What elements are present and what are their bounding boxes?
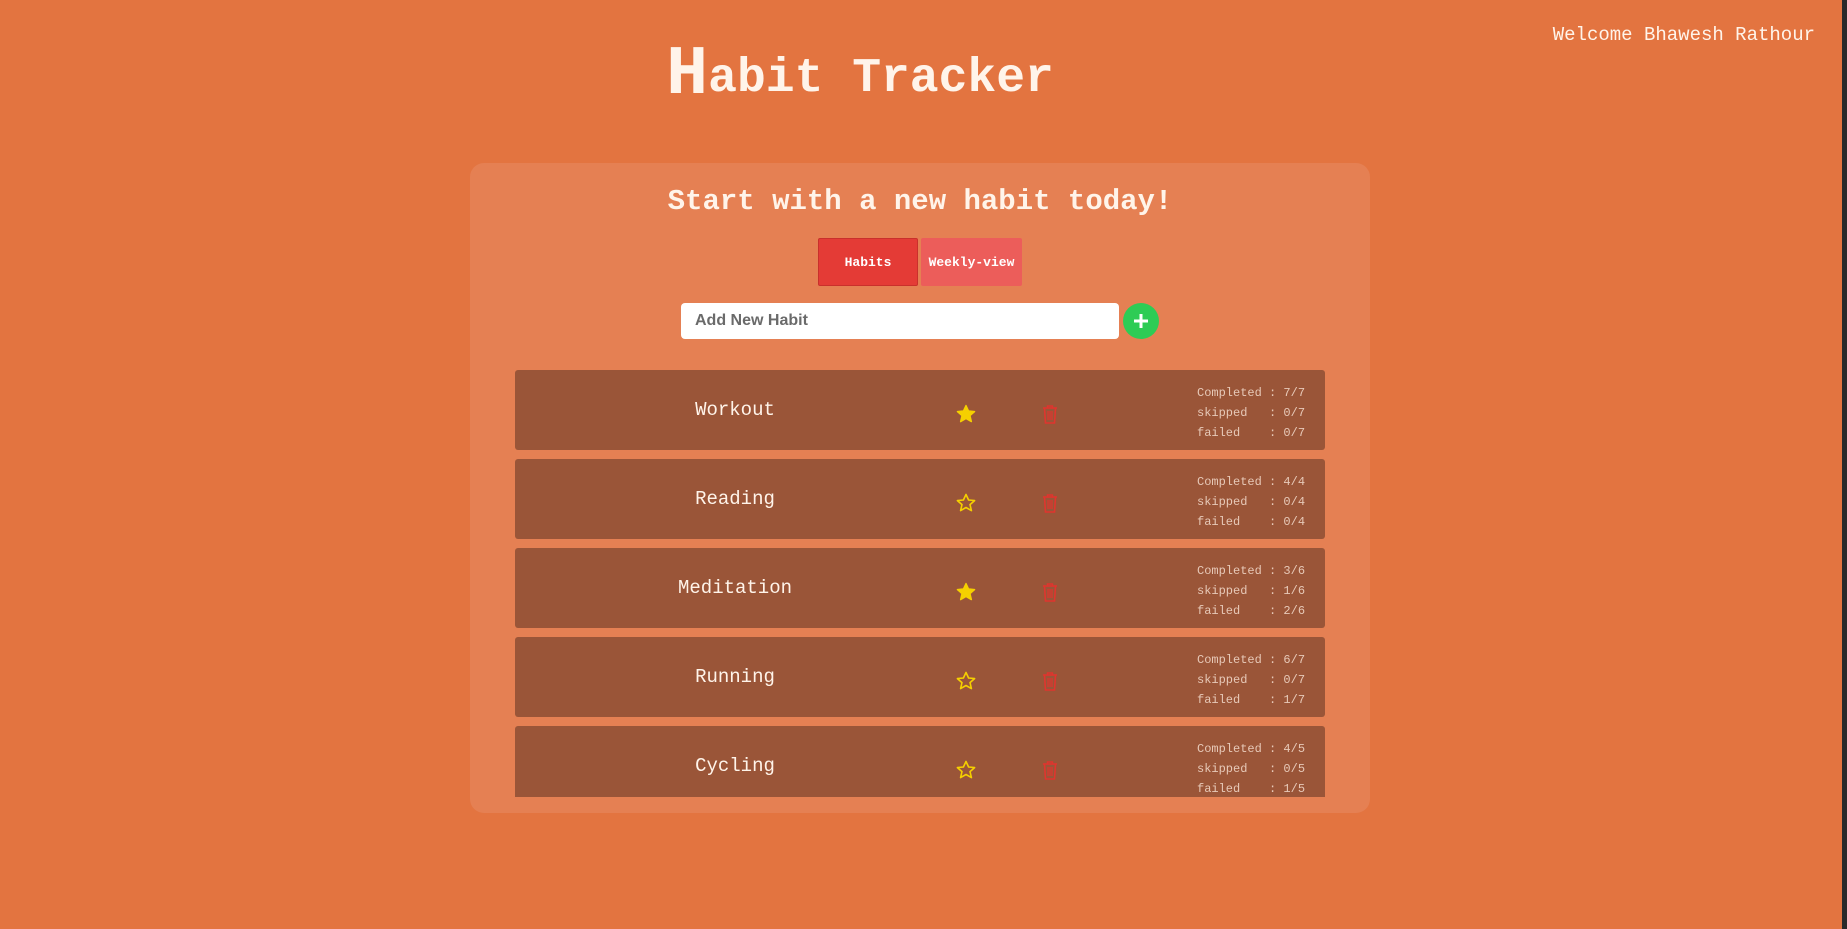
habit-stat-line: failed : 1/7 <box>1197 693 1306 707</box>
habit-name: Reading <box>695 488 775 510</box>
app-title: Habit Tracker <box>0 36 1720 115</box>
window-edge <box>1842 0 1847 929</box>
star-outline-icon[interactable] <box>956 671 976 691</box>
trash-icon[interactable] <box>1042 582 1058 602</box>
habit-row: Reading Completed : 4/4 skipped : 0/4 faile… <box>515 459 1325 539</box>
habit-stat-line: failed : 1/5 <box>1197 782 1306 796</box>
habit-row: Meditation Completed : 3/6 skipped : 1/6 fa… <box>515 548 1325 628</box>
trash-icon[interactable] <box>1042 671 1058 691</box>
app-title-rest: abit Tracker <box>708 52 1054 106</box>
trash-icon[interactable] <box>1042 760 1058 780</box>
star-filled-icon[interactable] <box>956 404 976 424</box>
habit-row: Running Completed : 6/7 skipped : 0/7 faile… <box>515 637 1325 717</box>
habit-stats: Completed : 6/7 skipped : 0/7 failed : 1/7 <box>1197 650 1305 710</box>
habit-stat-line: Completed : 7/7 <box>1197 386 1306 400</box>
trash-icon[interactable] <box>1042 404 1058 424</box>
tab-habits[interactable]: Habits <box>818 238 918 286</box>
habit-stat-line: skipped : 0/4 <box>1197 495 1306 509</box>
habit-stat-line: skipped : 1/6 <box>1197 584 1306 598</box>
habit-stat-line: failed : 0/7 <box>1197 426 1306 440</box>
app-title-first-letter: H <box>666 36 709 115</box>
habit-stat-line: Completed : 6/7 <box>1197 653 1306 667</box>
star-filled-icon[interactable] <box>956 582 976 602</box>
habit-stat-line: skipped : 0/5 <box>1197 762 1306 776</box>
habit-stats: Completed : 3/6 skipped : 1/6 failed : 2/6 <box>1197 561 1305 621</box>
habit-stat-line: skipped : 0/7 <box>1197 406 1306 420</box>
add-habit-input[interactable] <box>681 303 1119 339</box>
habit-stat-line: Completed : 4/4 <box>1197 475 1306 489</box>
habit-name: Workout <box>695 399 775 421</box>
habit-stat-line: Completed : 3/6 <box>1197 564 1306 578</box>
view-tabs: Habits Weekly-view <box>818 238 1022 286</box>
habit-name: Meditation <box>677 577 793 599</box>
habit-stat-line: Completed : 4/5 <box>1197 742 1306 756</box>
plus-icon <box>1134 314 1148 328</box>
tab-weekly-view[interactable]: Weekly-view <box>921 238 1022 286</box>
habit-row: Workout Completed : 7/7 skipped : 0/7 faile… <box>515 370 1325 450</box>
tagline: Start with a new habit today! <box>667 185 1173 218</box>
habit-name: Running <box>695 666 775 688</box>
habit-list: Workout Completed : 7/7 skipped : 0/7 faile… <box>515 370 1325 797</box>
main-card: Start with a new habit today! Habits Wee… <box>470 163 1370 813</box>
star-outline-icon[interactable] <box>956 493 976 513</box>
habit-tracker-page: Welcome Bhawesh Rathour Habit Tracker St… <box>0 0 1847 929</box>
habit-stat-line: failed : 0/4 <box>1197 515 1306 529</box>
habit-stats: Completed : 4/5 skipped : 0/5 failed : 1/5 <box>1197 739 1305 797</box>
add-habit-button[interactable] <box>1123 303 1159 339</box>
star-outline-icon[interactable] <box>956 760 976 780</box>
habit-row: Cycling Completed : 4/5 skipped : 0/5 faile… <box>515 726 1325 797</box>
habit-stats: Completed : 7/7 skipped : 0/7 failed : 0/7 <box>1197 383 1305 443</box>
add-habit-row <box>681 303 1159 339</box>
habit-name: Cycling <box>695 755 775 777</box>
habit-stats: Completed : 4/4 skipped : 0/4 failed : 0/4 <box>1197 472 1305 532</box>
trash-icon[interactable] <box>1042 493 1058 513</box>
habit-stat-line: failed : 2/6 <box>1197 604 1306 618</box>
habit-stat-line: skipped : 0/7 <box>1197 673 1306 687</box>
